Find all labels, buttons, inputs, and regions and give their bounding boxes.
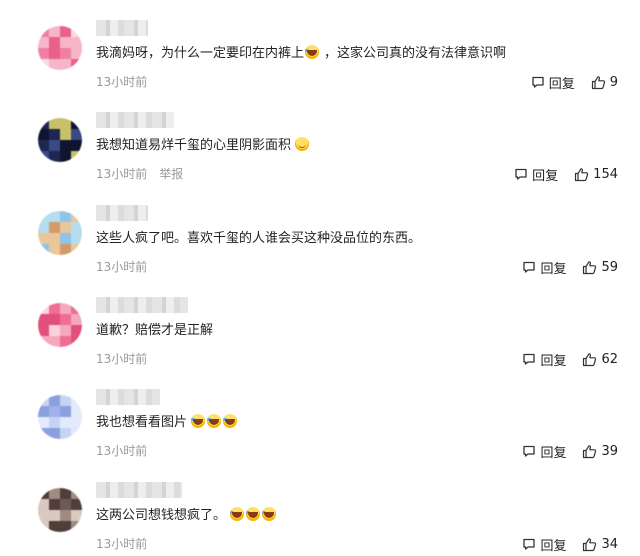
comment-time: 13小时前 bbox=[96, 537, 148, 551]
username-pixelated[interactable] bbox=[96, 205, 148, 221]
comment-text-before: 道歉？赔偿才是正解 bbox=[96, 323, 214, 338]
username-pixelated[interactable] bbox=[96, 482, 182, 498]
laughing-tears-emoji-icon bbox=[223, 414, 238, 428]
like-count: 59 bbox=[601, 259, 618, 275]
comment-bubble-icon bbox=[514, 167, 532, 181]
comment-text-before: 这两公司想钱想疯了。 bbox=[96, 508, 227, 523]
reply-label: 回复 bbox=[540, 261, 567, 277]
comment-actions: 回复 154 bbox=[514, 165, 618, 184]
username-pixelated[interactable] bbox=[96, 20, 148, 36]
comment-item: 道歉？赔偿才是正解 13小时前 回复 62 bbox=[0, 295, 640, 387]
comment-text: 我滴妈呀，为什么一定要印在内裤上 ，这家公司真的没有法律意识啊 bbox=[96, 44, 506, 64]
emoji-group bbox=[294, 137, 310, 153]
comment-time: 13小时前 bbox=[96, 352, 148, 366]
comment-time: 13小时前 bbox=[96, 75, 148, 89]
reply-button[interactable]: 回复 bbox=[514, 165, 558, 184]
comment-time: 13小时前 bbox=[96, 167, 148, 181]
thumbs-up-icon bbox=[582, 444, 601, 459]
comment-text: 我想知道易烊千玺的心里阴影面积 bbox=[96, 136, 310, 156]
comment-meta: 13小时前 bbox=[96, 536, 159, 552]
emoji-group bbox=[304, 45, 320, 61]
comment-item: 这两公司想钱想疯了。 13小时前 回复 34 bbox=[0, 480, 640, 556]
username-pixelated[interactable] bbox=[96, 389, 160, 405]
comment-text: 我也想看看图片 bbox=[96, 413, 238, 433]
reply-button[interactable]: 回复 bbox=[522, 535, 566, 554]
reply-label: 回复 bbox=[540, 445, 567, 461]
like-count: 9 bbox=[609, 74, 618, 90]
comment-meta: 13小时前 bbox=[96, 259, 159, 275]
laughing-tears-emoji-icon bbox=[230, 507, 245, 521]
laughing-tears-emoji-icon bbox=[305, 45, 320, 59]
laughing-tears-emoji-icon bbox=[262, 507, 277, 521]
like-button[interactable]: 39 bbox=[582, 444, 618, 459]
like-count: 34 bbox=[601, 536, 618, 552]
comment-text-before: 我滴妈呀，为什么一定要印在内裤上 bbox=[96, 46, 305, 61]
avatar[interactable] bbox=[38, 26, 82, 70]
thumbs-up-icon bbox=[582, 537, 601, 552]
thumbs-up-icon bbox=[582, 260, 601, 275]
like-count: 62 bbox=[601, 351, 618, 367]
thumbs-up-icon bbox=[591, 75, 610, 90]
report-link[interactable]: 举报 bbox=[159, 167, 183, 181]
reply-button[interactable]: 回复 bbox=[522, 350, 566, 369]
avatar[interactable] bbox=[38, 395, 82, 439]
laughing-tears-emoji-icon bbox=[246, 507, 261, 521]
comment-meta: 13小时前 bbox=[96, 74, 159, 90]
comment-bubble-icon bbox=[531, 75, 549, 89]
avatar[interactable] bbox=[38, 303, 82, 347]
comment-actions: 回复 62 bbox=[522, 350, 618, 369]
comment-list: 我滴妈呀，为什么一定要印在内裤上 ，这家公司真的没有法律意识啊 13小时前 回复 … bbox=[0, 0, 640, 556]
comment-item: 这些人疯了吧。喜欢千玺的人谁会买这种没品位的东西。 13小时前 回复 59 bbox=[0, 203, 640, 295]
avatar[interactable] bbox=[38, 488, 82, 532]
laughing-tears-emoji-icon bbox=[207, 414, 222, 428]
thumbs-up-icon bbox=[582, 352, 601, 367]
comment-bubble-icon bbox=[522, 444, 540, 458]
like-button[interactable]: 154 bbox=[574, 167, 618, 182]
comment-text: 道歉？赔偿才是正解 bbox=[96, 321, 213, 341]
like-count: 154 bbox=[593, 166, 618, 182]
comment-meta: 13小时前 bbox=[96, 443, 159, 459]
smile-emoji-icon bbox=[295, 137, 310, 151]
comment-text-before: 我想知道易烊千玺的心里阴影面积 bbox=[96, 138, 292, 153]
emoji-group bbox=[229, 507, 277, 523]
comment-item: 我也想看看图片 13小时前 回复 39 bbox=[0, 387, 640, 479]
comment-item: 我想知道易烊千玺的心里阴影面积 13小时前 举报 回复 154 bbox=[0, 110, 640, 202]
like-button[interactable]: 9 bbox=[591, 75, 618, 90]
username-pixelated[interactable] bbox=[96, 112, 174, 128]
reply-label: 回复 bbox=[540, 353, 567, 369]
like-button[interactable]: 34 bbox=[582, 537, 618, 552]
avatar[interactable] bbox=[38, 118, 82, 162]
comment-text: 这两公司想钱想疯了。 bbox=[96, 506, 277, 526]
reply-button[interactable]: 回复 bbox=[522, 258, 566, 277]
reply-label: 回复 bbox=[532, 168, 559, 184]
like-count: 39 bbox=[601, 443, 618, 459]
reply-label: 回复 bbox=[540, 538, 567, 554]
laughing-tears-emoji-icon bbox=[191, 414, 206, 428]
comment-text-before: 我也想看看图片 bbox=[96, 415, 188, 430]
emoji-group bbox=[190, 414, 238, 430]
comment-actions: 回复 9 bbox=[531, 73, 618, 92]
reply-button[interactable]: 回复 bbox=[531, 73, 575, 92]
like-button[interactable]: 62 bbox=[582, 352, 618, 367]
comment-text: 这些人疯了吧。喜欢千玺的人谁会买这种没品位的东西。 bbox=[96, 229, 421, 249]
reply-label: 回复 bbox=[548, 76, 575, 92]
comment-text-after: ，这家公司真的没有法律意识啊 bbox=[324, 46, 507, 61]
comment-item: 我滴妈呀，为什么一定要印在内裤上 ，这家公司真的没有法律意识啊 13小时前 回复 … bbox=[0, 18, 640, 110]
username-pixelated[interactable] bbox=[96, 297, 188, 313]
comment-bubble-icon bbox=[522, 260, 540, 274]
comment-meta: 13小时前 bbox=[96, 351, 159, 367]
comment-time: 13小时前 bbox=[96, 444, 148, 458]
comment-actions: 回复 59 bbox=[522, 258, 618, 277]
reply-button[interactable]: 回复 bbox=[522, 442, 566, 461]
comment-meta: 13小时前 举报 bbox=[96, 166, 183, 182]
avatar[interactable] bbox=[38, 211, 82, 255]
comment-time: 13小时前 bbox=[96, 260, 148, 274]
comment-bubble-icon bbox=[522, 352, 540, 366]
comment-actions: 回复 39 bbox=[522, 442, 618, 461]
comment-actions: 回复 34 bbox=[522, 535, 618, 554]
comment-text-before: 这些人疯了吧。喜欢千玺的人谁会买这种没品位的东西。 bbox=[96, 231, 422, 246]
like-button[interactable]: 59 bbox=[582, 260, 618, 275]
comment-bubble-icon bbox=[522, 537, 540, 551]
thumbs-up-icon bbox=[574, 167, 593, 182]
